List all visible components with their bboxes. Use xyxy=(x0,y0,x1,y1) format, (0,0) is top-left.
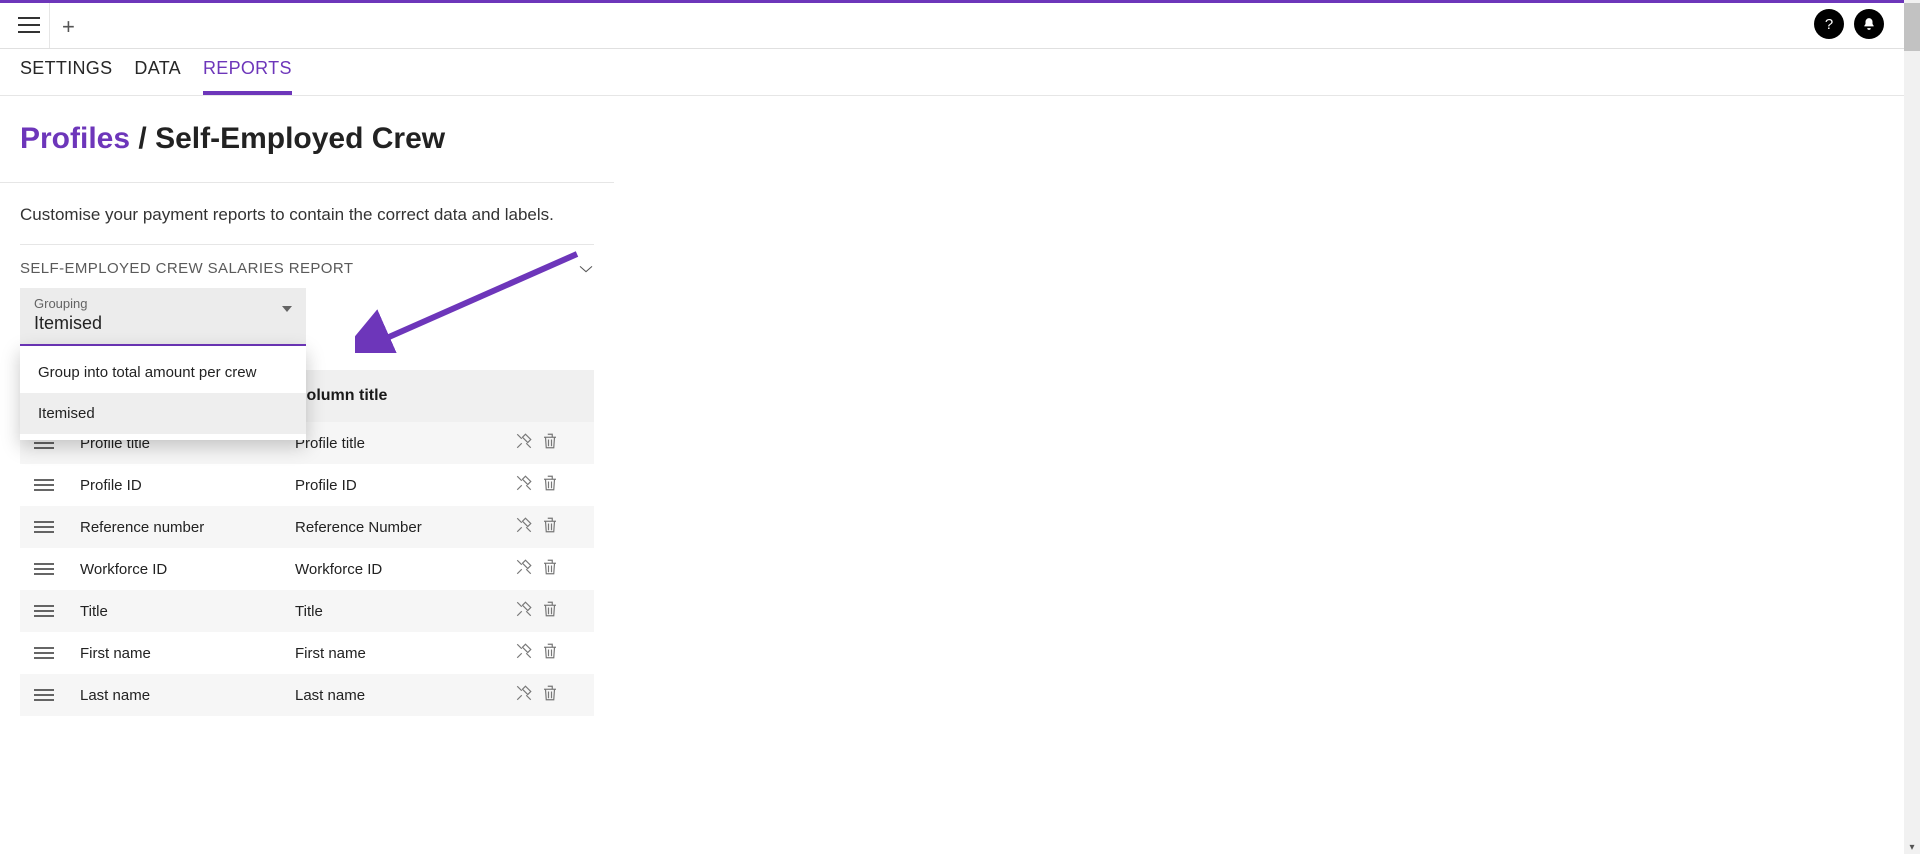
table-row: First nameFirst name xyxy=(20,632,594,674)
grouping-dropdown: Group into total amount per crew Itemise… xyxy=(20,346,306,440)
tab-data[interactable]: DATA xyxy=(134,58,181,89)
row-column-title: First name xyxy=(295,645,515,662)
row-actions xyxy=(515,516,594,538)
scrollbar-track[interactable] xyxy=(1904,0,1920,854)
tab-reports[interactable]: REPORTS xyxy=(203,58,292,89)
trash-icon[interactable] xyxy=(541,516,559,538)
row-actions xyxy=(515,432,594,454)
row-data: Last name xyxy=(80,687,295,704)
tools-icon[interactable] xyxy=(515,684,533,706)
tools-icon[interactable] xyxy=(515,600,533,622)
drag-handle-icon[interactable] xyxy=(20,647,80,659)
row-data: Workforce ID xyxy=(80,561,295,578)
drag-handle-icon[interactable] xyxy=(20,521,80,533)
grouping-option-1[interactable]: Itemised xyxy=(20,393,306,434)
bell-icon xyxy=(1862,17,1876,31)
scroll-down-arrow[interactable]: ▾ xyxy=(1904,840,1920,854)
section-divider xyxy=(0,182,614,183)
tab-settings[interactable]: SETTINGS xyxy=(20,58,112,89)
drag-handle-icon[interactable] xyxy=(20,479,80,491)
subnav-bottom-border xyxy=(0,95,1904,96)
tools-icon[interactable] xyxy=(515,516,533,538)
top-tabs: SETTINGS DATA REPORTS xyxy=(20,58,292,89)
hamburger-menu-icon[interactable] xyxy=(18,17,40,33)
tools-icon[interactable] xyxy=(515,558,533,580)
trash-icon[interactable] xyxy=(541,432,559,454)
table-row: Last nameLast name xyxy=(20,674,594,716)
row-actions xyxy=(515,474,594,496)
breadcrumb-current: Self-Employed Crew xyxy=(155,122,445,155)
grouping-select[interactable]: Grouping Itemised xyxy=(20,288,306,346)
chevron-down-icon[interactable] xyxy=(578,264,594,274)
tools-icon[interactable] xyxy=(515,432,533,454)
trash-icon[interactable] xyxy=(541,558,559,580)
report-section: SELF-EMPLOYED CREW SALARIES REPORT xyxy=(20,244,594,277)
drag-handle-icon[interactable] xyxy=(20,689,80,701)
page-subtitle: Customise your payment reports to contai… xyxy=(20,205,554,225)
new-tab-button[interactable]: + xyxy=(62,14,75,40)
report-section-title: SELF-EMPLOYED CREW SALARIES REPORT xyxy=(20,260,353,277)
table-header-columntitle: Column title xyxy=(295,387,515,405)
topbar: + ? xyxy=(0,3,1904,48)
notifications-button[interactable] xyxy=(1854,9,1884,39)
row-column-title: Last name xyxy=(295,687,515,704)
grouping-label: Grouping xyxy=(34,296,292,311)
help-button[interactable]: ? xyxy=(1814,9,1844,39)
breadcrumb-separator: / xyxy=(130,122,155,155)
table-row: Workforce IDWorkforce ID xyxy=(20,548,594,590)
topbar-divider xyxy=(49,3,50,48)
breadcrumb-link-profiles[interactable]: Profiles xyxy=(20,122,130,155)
row-actions xyxy=(515,642,594,664)
table-row: Profile IDProfile ID xyxy=(20,464,594,506)
trash-icon[interactable] xyxy=(541,642,559,664)
scrollbar-thumb[interactable] xyxy=(1904,3,1920,51)
tools-icon[interactable] xyxy=(515,474,533,496)
row-data: Title xyxy=(80,603,295,620)
question-icon: ? xyxy=(1825,16,1833,33)
row-actions xyxy=(515,684,594,706)
drag-handle-icon[interactable] xyxy=(20,563,80,575)
trash-icon[interactable] xyxy=(541,600,559,622)
row-column-title: Title xyxy=(295,603,515,620)
breadcrumb: Profiles / Self-Employed Crew xyxy=(20,122,445,156)
grouping-value: Itemised xyxy=(34,313,292,334)
row-data: Profile ID xyxy=(80,477,295,494)
caret-down-icon xyxy=(282,306,292,312)
row-column-title: Profile title xyxy=(295,435,515,452)
drag-handle-icon[interactable] xyxy=(20,605,80,617)
row-column-title: Profile ID xyxy=(295,477,515,494)
row-data: Reference number xyxy=(80,519,295,536)
row-column-title: Reference Number xyxy=(295,519,515,536)
row-data: First name xyxy=(80,645,295,662)
row-actions xyxy=(515,558,594,580)
topbar-bottom-border xyxy=(0,48,1904,49)
table-row: Reference numberReference Number xyxy=(20,506,594,548)
grouping-option-0[interactable]: Group into total amount per crew xyxy=(20,352,306,393)
row-column-title: Workforce ID xyxy=(295,561,515,578)
row-actions xyxy=(515,600,594,622)
trash-icon[interactable] xyxy=(541,474,559,496)
trash-icon[interactable] xyxy=(541,684,559,706)
table-row: TitleTitle xyxy=(20,590,594,632)
tools-icon[interactable] xyxy=(515,642,533,664)
